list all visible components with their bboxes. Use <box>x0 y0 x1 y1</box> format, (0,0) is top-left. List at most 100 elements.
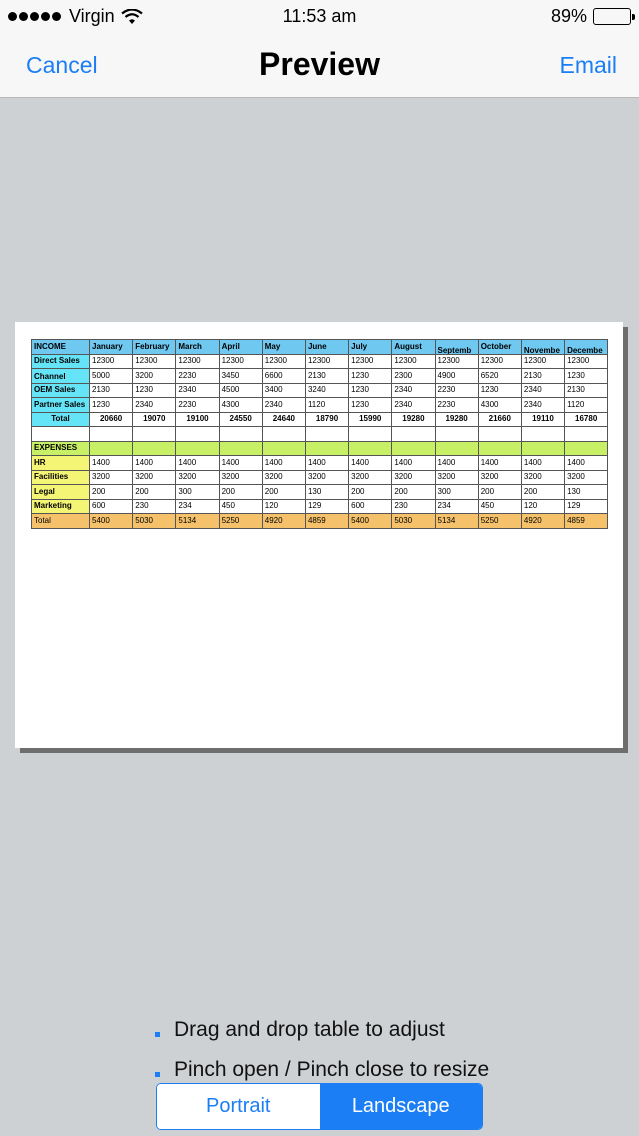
email-button[interactable]: Email <box>559 52 617 79</box>
table-cell[interactable]: 230 <box>391 498 436 514</box>
table-cell[interactable]: 200 <box>261 484 306 500</box>
table-cell[interactable]: 2340 <box>391 382 436 398</box>
table-cell[interactable] <box>348 440 393 456</box>
month-header-cell[interactable]: October <box>477 339 522 355</box>
table-cell[interactable]: 12300 <box>348 353 393 369</box>
row-label-cell[interactable]: OEM Sales <box>31 382 90 398</box>
table-cell[interactable] <box>218 440 263 456</box>
table-cell[interactable]: 234 <box>434 498 479 514</box>
table-cell[interactable]: 12300 <box>564 353 609 369</box>
table-cell[interactable]: 200 <box>132 484 177 500</box>
table-cell[interactable]: 2340 <box>520 382 566 398</box>
table-cell[interactable]: 12300 <box>261 353 306 369</box>
table-cell[interactable]: 12300 <box>132 353 177 369</box>
table-cell[interactable]: 3200 <box>564 469 609 485</box>
table-cell[interactable]: 300 <box>434 484 479 500</box>
month-header-cell[interactable]: Decembe <box>564 339 609 355</box>
table-cell[interactable]: 200 <box>520 484 566 500</box>
table-cell[interactable]: 1230 <box>132 382 177 398</box>
table-cell[interactable] <box>434 440 479 456</box>
month-header-cell[interactable]: June <box>304 339 350 355</box>
table-cell[interactable]: 19070 <box>132 411 177 427</box>
table-cell[interactable]: 2300 <box>391 368 436 384</box>
table-cell[interactable]: 5000 <box>88 368 134 384</box>
table-cell[interactable]: 1400 <box>564 455 609 471</box>
table-cell[interactable]: 2340 <box>175 382 220 398</box>
month-header-cell[interactable]: March <box>175 339 220 355</box>
table-cell[interactable]: 1400 <box>348 455 393 471</box>
table-cell[interactable]: 16780 <box>564 411 609 427</box>
table-cell[interactable]: 1230 <box>564 368 609 384</box>
table-cell[interactable]: 2230 <box>175 368 220 384</box>
table-cell[interactable]: 6600 <box>261 368 306 384</box>
spreadsheet-table[interactable]: INCOME January February March April May June Ju… <box>31 339 609 529</box>
table-cell[interactable]: 3200 <box>132 469 177 485</box>
table-cell[interactable]: 600 <box>88 498 134 514</box>
row-label-cell[interactable]: Legal <box>31 484 90 500</box>
table-cell[interactable]: 4500 <box>218 382 263 398</box>
table-cell[interactable]: 1400 <box>88 455 134 471</box>
table-cell[interactable]: 130 <box>304 484 350 500</box>
table-cell[interactable]: 1400 <box>391 455 436 471</box>
table-cell[interactable]: 129 <box>564 498 609 514</box>
table-cell[interactable]: 3200 <box>520 469 566 485</box>
table-cell[interactable]: 1400 <box>434 455 479 471</box>
table-cell[interactable]: 450 <box>477 498 522 514</box>
table-cell[interactable]: 3200 <box>304 469 350 485</box>
month-header-cell[interactable]: Novembe <box>520 339 566 355</box>
table-cell[interactable]: 5030 <box>132 513 177 529</box>
month-header-cell[interactable]: April <box>218 339 263 355</box>
table-cell[interactable]: 3200 <box>218 469 263 485</box>
table-cell[interactable]: 6520 <box>477 368 522 384</box>
table-cell[interactable]: 20660 <box>88 411 134 427</box>
table-cell[interactable]: 1120 <box>304 397 350 413</box>
table-cell[interactable]: 3200 <box>477 469 522 485</box>
row-label-cell[interactable]: Direct Sales <box>31 353 90 369</box>
table-cell[interactable]: 3200 <box>261 469 306 485</box>
table-cell[interactable]: 4859 <box>564 513 609 529</box>
table-cell[interactable]: 1230 <box>477 382 522 398</box>
page-preview[interactable]: INCOME January February March April May June Ju… <box>15 322 623 748</box>
table-cell[interactable]: 2130 <box>88 382 134 398</box>
table-cell[interactable]: 200 <box>391 484 436 500</box>
table-cell[interactable]: 1230 <box>348 382 393 398</box>
table-cell[interactable]: 230 <box>132 498 177 514</box>
table-cell[interactable]: 3450 <box>218 368 263 384</box>
table-cell[interactable] <box>391 440 436 456</box>
table-cell[interactable]: 12300 <box>175 353 220 369</box>
table-cell[interactable] <box>520 440 566 456</box>
table-cell[interactable]: 24640 <box>261 411 306 427</box>
table-cell[interactable]: 5030 <box>391 513 436 529</box>
table-cell[interactable]: 5250 <box>477 513 522 529</box>
table-cell[interactable]: 19100 <box>175 411 220 427</box>
table-cell[interactable]: 19280 <box>434 411 479 427</box>
table-cell[interactable]: 200 <box>477 484 522 500</box>
table-cell[interactable]: 21660 <box>477 411 522 427</box>
table-cell[interactable] <box>564 440 609 456</box>
table-cell[interactable]: 120 <box>520 498 566 514</box>
month-header-cell[interactable]: January <box>88 339 134 355</box>
table-cell[interactable]: 5400 <box>348 513 393 529</box>
row-label-cell[interactable]: Marketing <box>31 498 90 514</box>
income-header-cell[interactable]: INCOME <box>31 339 90 355</box>
table-cell[interactable]: 2230 <box>434 397 479 413</box>
table-cell[interactable]: 3200 <box>434 469 479 485</box>
orientation-segmented-control[interactable]: Portrait Landscape <box>156 1083 483 1130</box>
row-label-cell[interactable]: HR <box>31 455 90 471</box>
table-cell[interactable]: 600 <box>348 498 393 514</box>
table-cell[interactable]: 200 <box>218 484 263 500</box>
month-header-cell[interactable]: August <box>391 339 436 355</box>
row-label-cell[interactable]: Channel <box>31 368 90 384</box>
month-header-cell[interactable]: February <box>132 339 177 355</box>
table-cell[interactable]: 12300 <box>391 353 436 369</box>
table-cell[interactable]: 18790 <box>304 411 350 427</box>
table-cell[interactable]: 1400 <box>520 455 566 471</box>
table-cell[interactable]: 3200 <box>391 469 436 485</box>
table-cell[interactable]: 24550 <box>218 411 263 427</box>
table-cell[interactable]: 4900 <box>434 368 479 384</box>
table-cell[interactable]: 2340 <box>391 397 436 413</box>
table-cell[interactable]: 120 <box>261 498 306 514</box>
table-cell[interactable]: 12300 <box>477 353 522 369</box>
table-cell[interactable] <box>175 440 220 456</box>
table-cell[interactable]: 2230 <box>175 397 220 413</box>
